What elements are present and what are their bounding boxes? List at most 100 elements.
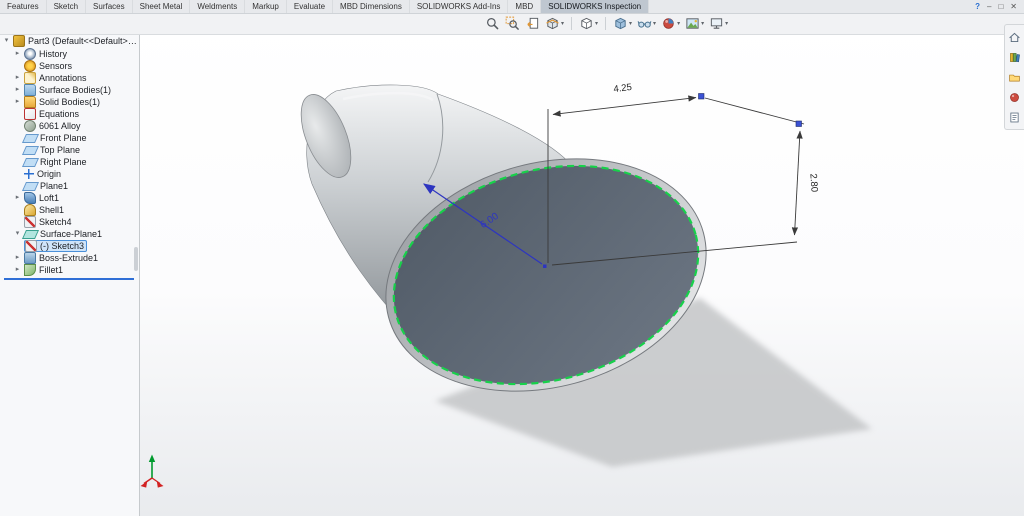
tab-solidworks-addins[interactable]: SOLIDWORKS Add-Ins: [410, 0, 509, 13]
appearances-button[interactable]: [1007, 90, 1022, 104]
chevron-down-icon[interactable]: ▾: [629, 21, 632, 27]
home-icon: [1008, 31, 1021, 44]
tree-item-label: Plane1: [40, 181, 68, 191]
expand-icon[interactable]: ▸: [14, 72, 21, 84]
tree-item-right-plane[interactable]: Right Plane: [2, 156, 138, 168]
view-settings-icon: [709, 16, 724, 31]
apply-scene-icon: [685, 16, 700, 31]
dimension-handle[interactable]: [796, 121, 802, 127]
equations-icon: [24, 108, 36, 120]
tree-item-equations[interactable]: Equations: [2, 108, 138, 120]
design-library-icon: [1008, 51, 1021, 64]
dimension-handle[interactable]: [699, 94, 705, 100]
tree-item-shell1[interactable]: Shell1: [2, 204, 138, 216]
expand-icon[interactable]: ▸: [14, 192, 21, 204]
zoom-area-button[interactable]: [504, 16, 521, 31]
expand-icon[interactable]: ▸: [14, 48, 21, 60]
expand-icon[interactable]: ▸: [14, 252, 21, 264]
tab-label: Sheet Metal: [140, 2, 183, 11]
toolbar-separator: [571, 17, 572, 30]
panel-splitter-handle[interactable]: [134, 247, 138, 271]
chevron-down-icon[interactable]: ▾: [677, 21, 680, 27]
tree-item-label: (-) Sketch3: [40, 241, 84, 251]
dimension-value[interactable]: 4.25: [613, 82, 633, 95]
window-controls: ? – □ ✕: [975, 0, 1024, 13]
hide-show-items-icon: [637, 16, 652, 31]
view-orientation-button[interactable]: ▾: [578, 16, 599, 31]
minimize-button[interactable]: –: [987, 2, 991, 11]
expand-icon[interactable]: ▾: [14, 228, 21, 240]
tree-item-front-plane[interactable]: Front Plane: [2, 132, 138, 144]
sketch-icon: [24, 216, 36, 228]
graphics-viewport[interactable]: 4.25 2.80 6.00: [140, 14, 1024, 516]
tree-item-label: History: [39, 49, 67, 59]
tab-sheet-metal[interactable]: Sheet Metal: [133, 0, 191, 13]
tree-item-boss-extrude1[interactable]: ▸ Boss-Extrude1: [2, 252, 138, 264]
chevron-down-icon[interactable]: ▾: [561, 21, 564, 27]
file-explorer-button[interactable]: [1007, 70, 1022, 84]
tab-solidworks-inspection[interactable]: SOLIDWORKS Inspection: [541, 0, 649, 13]
tree-item-history[interactable]: ▸ History: [2, 48, 138, 60]
tab-sketch[interactable]: Sketch: [47, 0, 86, 13]
zoom-area-icon: [505, 16, 520, 31]
tree-item-sketch3[interactable]: (-) Sketch3: [2, 240, 138, 252]
tab-surfaces[interactable]: Surfaces: [86, 0, 133, 13]
tree-item-surface-plane1[interactable]: ▾ Surface-Plane1: [2, 228, 138, 240]
help-icon[interactable]: ?: [975, 2, 980, 11]
plane-icon: [22, 134, 39, 143]
rollback-bar[interactable]: [4, 278, 134, 280]
expand-icon[interactable]: ▾: [3, 35, 10, 47]
chevron-down-icon[interactable]: ▾: [701, 21, 704, 27]
tab-weldments[interactable]: Weldments: [190, 0, 245, 13]
chevron-down-icon[interactable]: ▾: [595, 21, 598, 27]
viewport-canvas[interactable]: 4.25 2.80 6.00: [140, 14, 1024, 517]
tree-item-surface-bodies[interactable]: ▸ Surface Bodies(1): [2, 84, 138, 96]
tree-item-label: Sensors: [39, 61, 72, 71]
tab-features[interactable]: Features: [0, 0, 47, 13]
expand-icon[interactable]: ▸: [14, 96, 21, 108]
tree-item-sketch4[interactable]: Sketch4: [2, 216, 138, 228]
feature-manager-panel: ▾ Part3 (Default<<Default>_Display State…: [0, 14, 140, 516]
expand-icon[interactable]: ▸: [14, 264, 21, 276]
tree-item-loft1[interactable]: ▸ Loft1: [2, 192, 138, 204]
tree-item-label: Equations: [39, 109, 79, 119]
previous-view-button[interactable]: [524, 16, 541, 31]
tab-mbd-dimensions[interactable]: MBD Dimensions: [333, 0, 410, 13]
ellipse-center-vertex[interactable]: [543, 265, 547, 269]
custom-properties-button[interactable]: [1007, 110, 1022, 124]
design-library-button[interactable]: [1007, 50, 1022, 64]
dimension-value[interactable]: 2.80: [807, 173, 819, 192]
tree-item-annotations[interactable]: ▸ Annotations: [2, 72, 138, 84]
close-button[interactable]: ✕: [1010, 2, 1017, 11]
section-view-icon: [545, 16, 560, 31]
display-style-button[interactable]: ▾: [612, 16, 633, 31]
hide-show-items-button[interactable]: ▾: [636, 16, 657, 31]
tree-item-origin[interactable]: Origin: [2, 168, 138, 180]
ribbon-strip: ▾ ▾ ▾ ▾: [0, 14, 1024, 35]
zoom-fit-button[interactable]: [484, 16, 501, 31]
home-button[interactable]: [1007, 30, 1022, 44]
plane-icon: [22, 182, 39, 191]
expand-icon[interactable]: ▸: [14, 84, 21, 96]
tree-item-part-root[interactable]: ▾ Part3 (Default<<Default>_Display State…: [2, 34, 138, 47]
tree-item-fillet1[interactable]: ▸ Fillet1: [2, 264, 138, 276]
dimension-line: [795, 131, 801, 235]
section-view-button[interactable]: ▾: [544, 16, 565, 31]
restore-button[interactable]: □: [998, 2, 1003, 11]
tree-item-solid-bodies[interactable]: ▸ Solid Bodies(1): [2, 96, 138, 108]
tab-mbd[interactable]: MBD: [508, 0, 541, 13]
tree-item-material[interactable]: 6061 Alloy: [2, 120, 138, 132]
extension-line: [705, 98, 804, 124]
display-style-icon: [613, 16, 628, 31]
tab-evaluate[interactable]: Evaluate: [287, 0, 333, 13]
heads-up-toolbar: ▾ ▾ ▾ ▾: [484, 16, 729, 31]
view-settings-button[interactable]: ▾: [708, 16, 729, 31]
chevron-down-icon[interactable]: ▾: [725, 21, 728, 27]
tree-item-top-plane[interactable]: Top Plane: [2, 144, 138, 156]
chevron-down-icon[interactable]: ▾: [653, 21, 656, 27]
edit-appearance-button[interactable]: ▾: [660, 16, 681, 31]
tree-item-plane1[interactable]: Plane1: [2, 180, 138, 192]
tree-item-sensors[interactable]: Sensors: [2, 60, 138, 72]
tab-markup[interactable]: Markup: [245, 0, 287, 13]
apply-scene-button[interactable]: ▾: [684, 16, 705, 31]
